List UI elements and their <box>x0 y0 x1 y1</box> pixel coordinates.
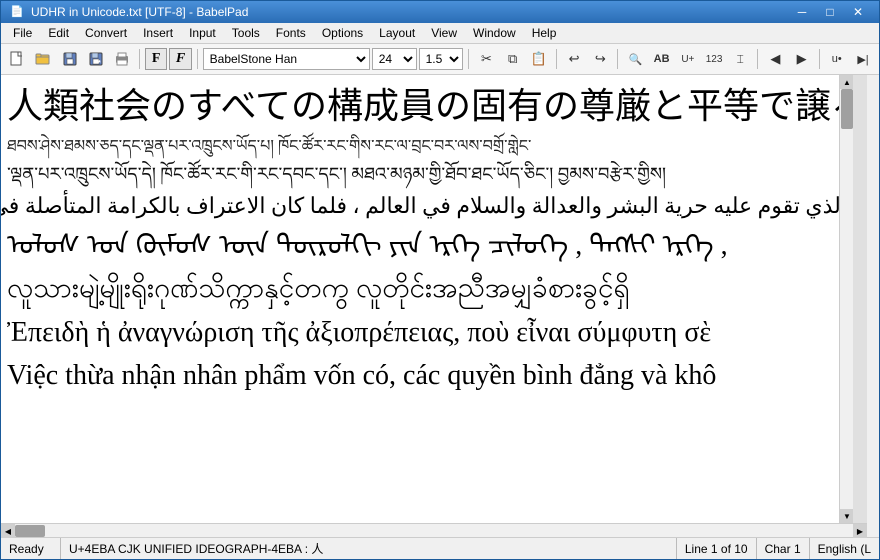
separator-1 <box>139 49 140 69</box>
scroll-thumb[interactable] <box>841 89 853 129</box>
separator-5 <box>617 49 618 69</box>
status-line-info: Line 1 of 10 <box>677 538 757 559</box>
prev-button[interactable]: ◀ <box>763 46 787 72</box>
paste-button[interactable]: 📋 <box>527 46 551 72</box>
unicode-char-button[interactable]: u• <box>825 46 849 72</box>
text-line-6: လူသားမျဲ့မျိုးရိုးဂုဏ်သိက္ကာနှင့်တကွ လူတ… <box>7 267 847 310</box>
find-replace-button[interactable]: AB <box>650 46 674 72</box>
line-spacing-select[interactable]: 1.5 <box>419 48 464 70</box>
print-button[interactable] <box>110 46 134 72</box>
separator-3 <box>468 49 469 69</box>
font-name-select[interactable]: BabelStone Han <box>203 48 370 70</box>
status-ready: Ready <box>1 538 61 559</box>
text-area[interactable]: 人類社会のすべての構成員の固有の尊厳と平等で譲ること０ ཐབས་ཤེས་ཐམས་… <box>1 75 867 523</box>
scroll-left-button[interactable]: ◀ <box>1 524 15 538</box>
last-button[interactable]: ▶| <box>851 46 875 72</box>
new-file-button[interactable] <box>5 46 29 72</box>
minimize-button[interactable]: ─ <box>789 3 815 21</box>
open-file-icon <box>35 51 51 67</box>
horizontal-scrollbar[interactable]: ◀ ▶ <box>1 523 867 537</box>
hscroll-thumb[interactable] <box>15 525 45 537</box>
menu-options[interactable]: Options <box>314 24 371 42</box>
redo-button[interactable]: ↪ <box>588 46 612 72</box>
window-title: UDHR in Unicode.txt [UTF-8] - BabelPad <box>31 5 789 19</box>
menu-edit[interactable]: Edit <box>40 24 77 42</box>
decimal-button[interactable]: 123 <box>702 46 726 72</box>
svg-text:*: * <box>98 60 101 67</box>
menu-help[interactable]: Help <box>524 24 565 42</box>
menu-convert[interactable]: Convert <box>77 24 135 42</box>
menu-bar: File Edit Convert Insert Input Tools Fon… <box>1 23 879 45</box>
text-line-1: 人類社会のすべての構成員の固有の尊厳と平等で譲ること０ <box>7 79 847 133</box>
save-as-icon: * <box>88 51 104 67</box>
bold-font-button[interactable]: F <box>145 48 167 70</box>
menu-window[interactable]: Window <box>465 24 524 42</box>
text-content: 人類社会のすべての構成員の固有の尊厳と平等で譲ること０ ཐབས་ཤེས་ཐམས་… <box>1 75 853 401</box>
text-line-3: ་ལྡན་པར་འཁྲུངས་ཡོད་དེ། ཁོང་ཚོར་རང་གི་རང་… <box>7 160 847 189</box>
save-as-button[interactable]: * <box>84 46 108 72</box>
new-file-icon <box>9 51 25 67</box>
separator-2 <box>197 49 198 69</box>
status-lang-info: English (L <box>810 538 879 559</box>
menu-view[interactable]: View <box>423 24 465 42</box>
menu-input[interactable]: Input <box>181 24 224 42</box>
print-icon <box>114 51 130 67</box>
status-bar: Ready U+4EBA CJK UNIFIED IDEOGRAPH-4EBA … <box>1 537 879 559</box>
copy-button[interactable]: ⧉ <box>501 46 525 72</box>
editor-area: 人類社会のすべての構成員の固有の尊厳と平等で譲ること０ ཐབས་ཤེས་ཐམས་… <box>1 75 880 537</box>
find-button[interactable]: 🔍 <box>623 46 647 72</box>
separator-4 <box>556 49 557 69</box>
menu-fonts[interactable]: Fonts <box>268 24 314 42</box>
toolbar: * F F BabelStone Han 24 1.5 ✂ ⧉ 📋 ↩ ↪ 🔍 … <box>1 44 879 75</box>
save-file-icon <box>62 51 78 67</box>
separator-6 <box>757 49 758 69</box>
text-line-4: ﺍﻟﺬﻱ ﺗﻘﻮﻡ ﻋﻠﻴﻪ ﺣﺮﻳﺔ ﺍﻟﺒﺸﺮ ﻭﺍﻟﻌﺪﺍﻟﺔ ﻭﺍﻟﺴﻼ… <box>7 189 847 224</box>
menu-layout[interactable]: Layout <box>371 24 423 42</box>
menu-insert[interactable]: Insert <box>135 24 181 42</box>
open-file-button[interactable] <box>31 46 55 72</box>
text-line-2: ཐབས་ཤེས་ཐམས་ཅད་དང་ལྡན་པར་འཁྲུངས་ཡོད་པ། ཁ… <box>7 134 847 160</box>
menu-tools[interactable]: Tools <box>224 24 268 42</box>
editor-region: 人類社会のすべての構成員の固有の尊厳と平等で譲ること０ ཐབས་ཤེས་ཐམས་… <box>1 75 880 537</box>
vertical-scrollbar[interactable]: ▲ ▼ <box>839 75 853 523</box>
maximize-button[interactable]: □ <box>817 3 843 21</box>
scroll-down-button[interactable]: ▼ <box>840 509 854 523</box>
scroll-right-button[interactable]: ▶ <box>853 524 867 538</box>
close-button[interactable]: ✕ <box>845 3 871 21</box>
text-line-5: ᠤᠯᠤᠰ ᠤᠨ ᠬᠦᠮᠦᠰ ᠦᠨ ᠲᠥᠷᠦᠯᠬᠢ ᠶᠢᠨ ᠡᠷᠬᠡ ᠴᠢᠯᠦᠭᠡ… <box>7 224 847 267</box>
window-controls: ─ □ ✕ <box>789 3 871 21</box>
main-window: 📄 UDHR in Unicode.txt [UTF-8] - BabelPad… <box>0 0 880 560</box>
bold-italic-font-button[interactable]: F <box>169 48 191 70</box>
text-line-7: Ἐπειδὴ ἡ ἀναγνώριση τῆς ἀξιοπρέπειας, πο… <box>7 311 847 354</box>
unicode-lookup-button[interactable]: U+ <box>676 46 700 72</box>
scroll-up-button[interactable]: ▲ <box>840 75 854 89</box>
save-file-button[interactable] <box>57 46 81 72</box>
menu-file[interactable]: File <box>5 24 40 42</box>
separator-7 <box>819 49 820 69</box>
title-bar: 📄 UDHR in Unicode.txt [UTF-8] - BabelPad… <box>1 1 879 23</box>
undo-button[interactable]: ↩ <box>562 46 586 72</box>
font-size-select[interactable]: 24 <box>372 48 417 70</box>
status-unicode-info: U+4EBA CJK UNIFIED IDEOGRAPH-4EBA : 人 <box>61 538 677 559</box>
cut-button[interactable]: ✂ <box>474 46 498 72</box>
app-icon: 📄 <box>9 4 25 20</box>
text-line-8: Việc thừa nhận nhân phẩm vốn có, các quy… <box>7 354 847 397</box>
vertical-text-button[interactable]: ⌶ <box>728 46 752 72</box>
status-char-info: Char 1 <box>757 538 810 559</box>
next-button[interactable]: ▶ <box>790 46 814 72</box>
